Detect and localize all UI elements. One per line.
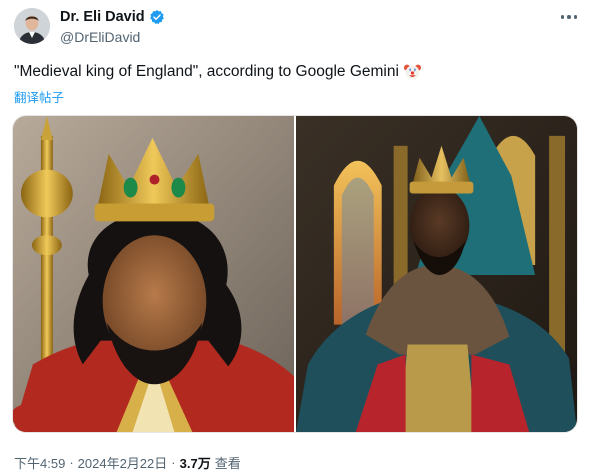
separator-dot: · (69, 455, 74, 470)
views-count: 3.7万 (179, 456, 211, 471)
views-label: 查看 (214, 456, 241, 471)
post-time[interactable]: 下午4:59 (14, 453, 65, 472)
tweet-header: Dr. Eli David @DrEliDavid (14, 8, 580, 52)
author-names: Dr. Eli David @DrEliDavid (60, 8, 165, 45)
verified-badge-icon (149, 10, 164, 25)
clown-face-icon (403, 64, 422, 80)
media-image-2[interactable] (296, 116, 577, 432)
media-image-1[interactable] (13, 116, 294, 432)
user-handle[interactable]: @DrEliDavid (60, 29, 165, 45)
display-name[interactable]: Dr. Eli David (60, 9, 145, 25)
tweet-text: "Medieval king of England", according to… (14, 62, 422, 81)
more-options-icon[interactable] (558, 10, 580, 24)
translate-post-link[interactable]: 翻译帖子 (14, 87, 64, 106)
post-date[interactable]: 2024年2月22日 (78, 453, 168, 472)
tweet-text-content: "Medieval king of England", according to… (14, 62, 399, 80)
media-grid (12, 115, 578, 433)
tweet-meta: 下午4:59 · 2024年2月22日 · 3.7万 查看 (14, 453, 241, 472)
avatar[interactable] (14, 8, 50, 44)
separator-dot: · (171, 455, 176, 470)
